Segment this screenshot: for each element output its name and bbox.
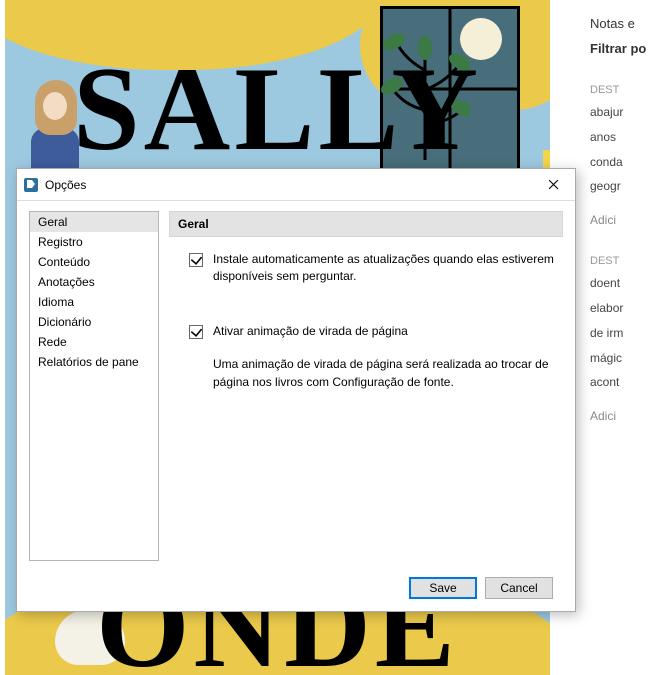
option-auto-update[interactable]: Instale automaticamente as atualizações … <box>169 249 563 285</box>
cancel-button[interactable]: Cancel <box>485 577 553 599</box>
dialog-titlebar[interactable]: Opções <box>17 169 575 201</box>
checkbox-page-turn-animation[interactable] <box>189 325 203 339</box>
nav-item-geral[interactable]: Geral <box>30 212 158 232</box>
close-button[interactable] <box>531 170 575 200</box>
option-page-turn-label: Ativar animação de virada de página <box>213 323 559 340</box>
option-auto-update-label: Instale automaticamente as atualizações … <box>213 251 559 285</box>
nav-item-idioma[interactable]: Idioma <box>30 292 158 312</box>
highlight-tag: DEST <box>590 255 650 267</box>
nav-item-anota-es[interactable]: Anotações <box>30 272 158 292</box>
options-dialog: Opções GeralRegistroConteúdoAnotaçõesIdi… <box>16 168 576 612</box>
notes-side-panel: Notas e Filtrar po DEST abajur anos cond… <box>580 0 650 675</box>
app-icon <box>23 177 39 193</box>
option-page-turn-description: Uma animação de virada de página será re… <box>213 355 559 391</box>
dialog-title: Opções <box>45 178 531 192</box>
highlight-tag: DEST <box>590 84 650 96</box>
notes-heading: Notas e <box>590 16 650 31</box>
nav-item-dicion-rio[interactable]: Dicionário <box>30 312 158 332</box>
cover-title-top: SALLY <box>5 40 550 178</box>
checkbox-auto-update[interactable] <box>189 253 203 267</box>
nav-item-registro[interactable]: Registro <box>30 232 158 252</box>
add-note-link[interactable]: Adici <box>590 409 650 423</box>
nav-item-conte-do[interactable]: Conteúdo <box>30 252 158 272</box>
nav-item-relat-rios-de-pane[interactable]: Relatórios de pane <box>30 352 158 372</box>
save-button[interactable]: Save <box>409 577 477 599</box>
nav-item-rede[interactable]: Rede <box>30 332 158 352</box>
section-title: Geral <box>169 211 563 237</box>
add-note-link[interactable]: Adici <box>590 213 650 227</box>
option-page-turn-animation[interactable]: Ativar animação de virada de página <box>169 321 563 340</box>
close-icon <box>548 177 559 193</box>
category-list[interactable]: GeralRegistroConteúdoAnotaçõesIdiomaDici… <box>29 211 159 561</box>
filter-label: Filtrar po <box>590 41 650 56</box>
